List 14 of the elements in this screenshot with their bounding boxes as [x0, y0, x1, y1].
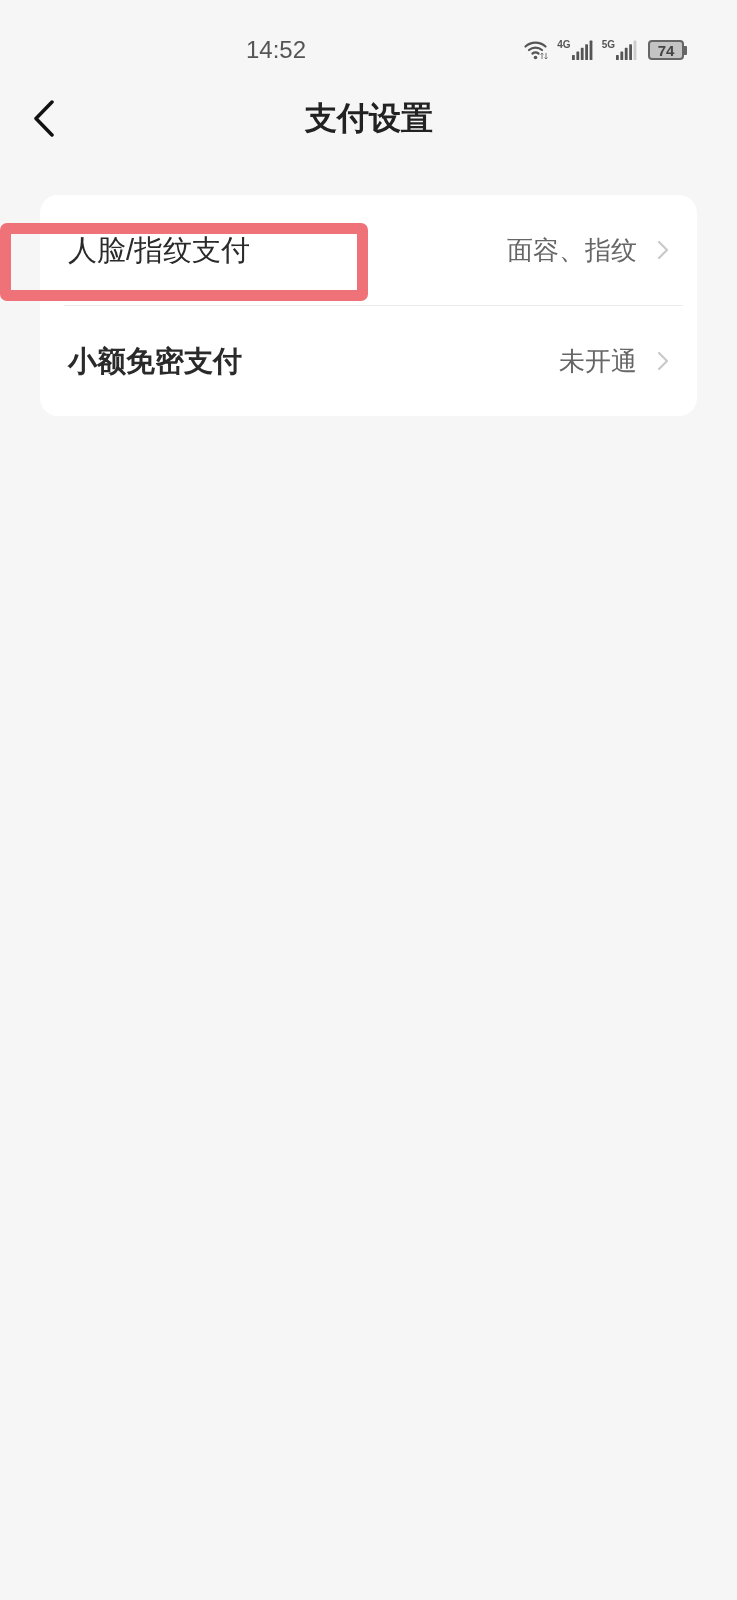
signal-bars-icon	[616, 40, 638, 60]
chevron-right-icon	[657, 240, 669, 260]
setting-value: 未开通	[559, 348, 637, 374]
battery-indicator: 74	[648, 40, 687, 60]
wifi-icon	[524, 40, 550, 60]
setting-label[interactable]: 小额免密支付	[68, 346, 242, 376]
page-title: 支付设置	[304, 102, 433, 134]
signal-bars-icon	[571, 40, 594, 60]
network-type-label: 4G	[557, 40, 571, 50]
setting-label[interactable]: 人脸/指纹支付	[68, 235, 251, 265]
chevron-right-icon	[657, 351, 669, 371]
setting-value: 面容、指纹	[507, 237, 637, 263]
status-time: 14:52	[246, 38, 307, 62]
network-type-label: 5G	[601, 40, 615, 50]
